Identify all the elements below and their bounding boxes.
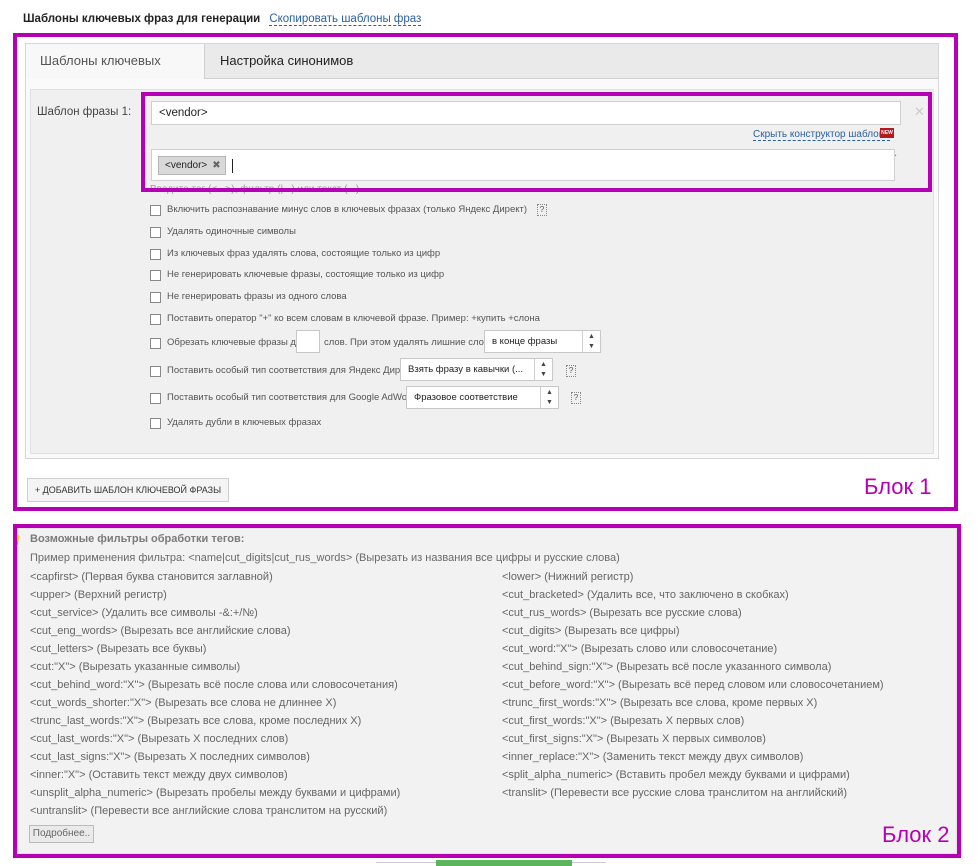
bottom-progress-bar <box>436 860 572 866</box>
constructor-frame <box>141 92 932 192</box>
block2-frame <box>13 524 961 858</box>
section-header: Шаблоны ключевых фраз для генерации Скоп… <box>23 13 422 26</box>
block2-label: Блок 2 <box>882 822 950 847</box>
block1-label: Блок 1 <box>864 474 932 499</box>
copy-templates-link[interactable]: Скопировать шаблоны фраз <box>269 13 422 26</box>
section-title: Шаблоны ключевых фраз для генерации <box>23 13 261 25</box>
